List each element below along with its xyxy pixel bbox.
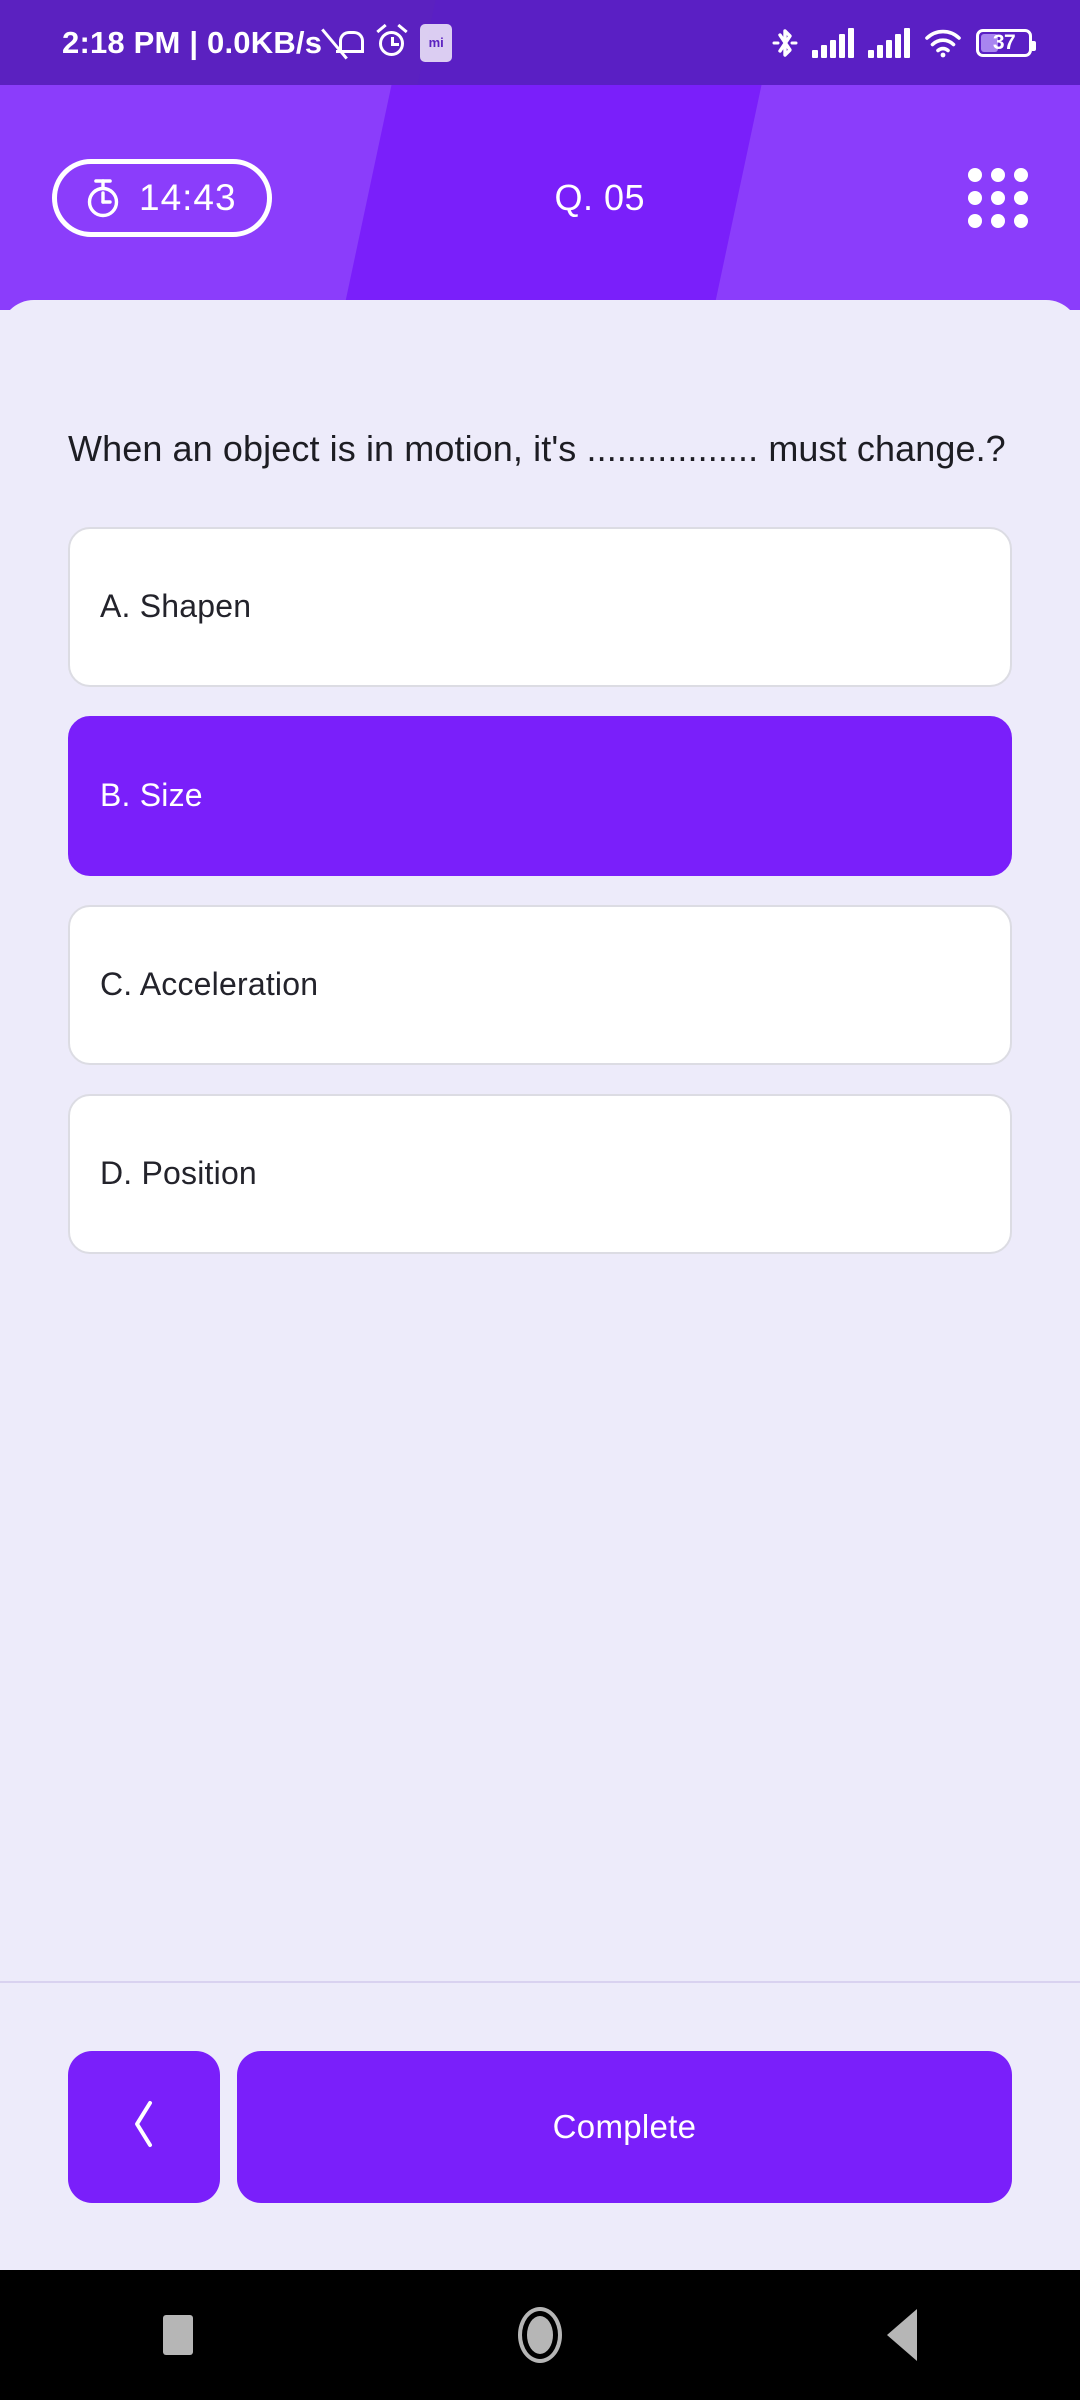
grid-dot <box>968 190 982 205</box>
timer-value: 14:43 <box>139 176 237 218</box>
option-d[interactable]: D. Position <box>68 1093 1012 1254</box>
bell-base <box>336 49 362 53</box>
battery-icon: 37 <box>976 28 1036 57</box>
status-bar: 2:18 PM | 0.0KB/s mi 37 <box>0 0 1080 85</box>
option-c[interactable]: C. Acceleration <box>68 904 1012 1065</box>
phone-screen: 2:18 PM | 0.0KB/s mi 37 14:43 Q. 05 When… <box>0 0 1080 2400</box>
triangle-back-icon[interactable] <box>887 2309 918 2361</box>
wifi-icon <box>924 28 962 58</box>
footer-action-bar: Complete <box>0 1983 1080 2270</box>
alarm-ear-right <box>397 23 408 33</box>
square-recents-icon[interactable] <box>162 2315 193 2355</box>
header-row: 14:43 Q. 05 <box>0 85 1080 310</box>
status-bar-right-group: 37 <box>772 0 1036 85</box>
bluetooth-icon <box>772 26 798 60</box>
complete-button[interactable]: Complete <box>237 2050 1012 2203</box>
answer-options-list: A. Shapen B. Size C. Acceleration D. Pos… <box>68 526 1012 1254</box>
question-text: When an object is in motion, it's ......… <box>68 428 1006 469</box>
app-header: 14:43 Q. 05 <box>0 85 1080 310</box>
circle-home-icon[interactable] <box>517 2307 562 2363</box>
alarm-icon <box>376 23 408 59</box>
grid-dot <box>991 167 1005 182</box>
grid-menu-icon[interactable] <box>968 167 1028 228</box>
bell-off-icon <box>334 27 365 59</box>
mi-badge-icon <box>420 23 453 62</box>
stopwatch-icon <box>83 177 123 219</box>
status-bar-time-and-speed: 2:18 PM | 0.0KB/s <box>62 24 323 60</box>
battery-percent-label: 37 <box>992 30 1016 54</box>
signal-bars-icon <box>868 27 910 58</box>
grid-dot <box>968 167 982 182</box>
quiz-content-card: When an object is in motion, it's ......… <box>0 300 1080 1982</box>
grid-dot <box>1014 213 1028 228</box>
status-bar-left-group: 2:18 PM | 0.0KB/s <box>62 23 453 62</box>
grid-dot <box>1014 167 1028 182</box>
grid-dot <box>991 213 1005 228</box>
grid-dot <box>991 190 1005 205</box>
grid-dot <box>1014 190 1028 205</box>
grid-dot <box>968 213 982 228</box>
signal-bars-icon <box>812 27 854 58</box>
option-a[interactable]: A. Shapen <box>68 526 1012 687</box>
chevron-left-icon <box>124 2097 164 2156</box>
alarm-hand-hour <box>391 42 400 46</box>
android-navigation-bar <box>0 2270 1080 2400</box>
question-counter: Q. 05 <box>554 176 646 218</box>
option-b[interactable]: B. Size <box>68 715 1012 876</box>
previous-question-button[interactable] <box>68 2050 220 2203</box>
